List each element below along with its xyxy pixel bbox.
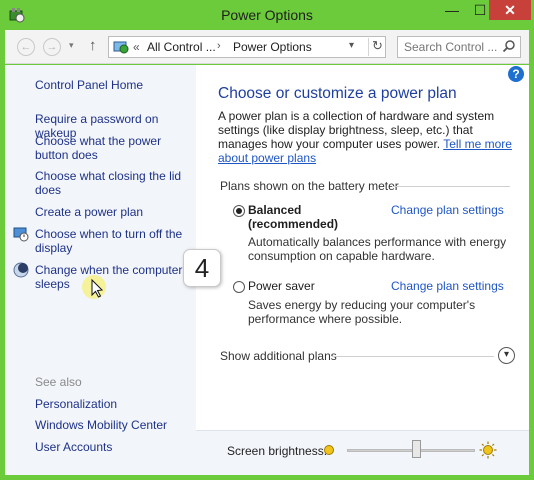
left-navigation-pane: Control Panel Home Require a password on… bbox=[5, 65, 196, 475]
navigation-bar: ← → ▾ ↑ « All Control ... › Power Option… bbox=[5, 30, 529, 64]
dim-sun-icon bbox=[324, 445, 334, 455]
balanced-plan-radio[interactable] bbox=[233, 205, 245, 217]
group-divider bbox=[392, 186, 510, 187]
balanced-change-settings-link[interactable]: Change plan settings bbox=[391, 203, 504, 217]
control-panel-home-link[interactable]: Control Panel Home bbox=[35, 78, 143, 92]
brightness-bar: Screen brightness: bbox=[196, 430, 529, 475]
sidebar-item-turn-off-display[interactable]: Choose when to turn off the display bbox=[35, 227, 195, 255]
sidebar-item-power-button[interactable]: Choose what the power button does bbox=[35, 134, 195, 162]
sidebar-item-create-plan[interactable]: Create a power plan bbox=[35, 205, 195, 219]
sleep-moon-icon bbox=[13, 262, 29, 278]
brightness-slider-track[interactable] bbox=[347, 449, 475, 452]
address-bar[interactable]: « All Control ... › Power Options ▾ ↻ bbox=[108, 36, 386, 58]
mouse-pointer-icon bbox=[82, 275, 106, 299]
balanced-plan-recommended: (recommended) bbox=[248, 217, 339, 231]
screen-brightness-label: Screen brightness: bbox=[227, 444, 328, 458]
breadcrumb-power-options[interactable]: Power Options bbox=[233, 40, 312, 54]
help-icon[interactable]: ? bbox=[508, 66, 524, 82]
see-also-personalization-link[interactable]: Personalization bbox=[35, 397, 117, 411]
refresh-icon[interactable]: ↻ bbox=[368, 38, 386, 56]
search-input[interactable] bbox=[404, 40, 500, 54]
back-arrow-icon[interactable]: ← bbox=[17, 38, 35, 56]
breadcrumb-all-control-panel[interactable]: All Control ... bbox=[147, 40, 216, 54]
minimize-button[interactable]: — bbox=[438, 0, 466, 20]
intro-text: A power plan is a collection of hardware… bbox=[218, 109, 518, 165]
control-panel-icon bbox=[113, 41, 129, 54]
forward-arrow-icon[interactable]: → bbox=[43, 38, 61, 56]
battery-meter-group-label: Plans shown on the battery meter bbox=[220, 179, 399, 193]
power-saver-change-settings-link[interactable]: Change plan settings bbox=[391, 279, 504, 293]
up-arrow-icon[interactable]: ↑ bbox=[89, 37, 97, 54]
main-content-pane: ? Choose or customize a power plan A pow… bbox=[196, 65, 529, 430]
power-options-window: Power Options — ☐ ✕ ← → ▾ ↑ « All Contro… bbox=[0, 0, 534, 480]
breadcrumb-separator-icon[interactable]: › bbox=[217, 40, 221, 52]
show-additional-plans-label[interactable]: Show additional plans bbox=[220, 349, 337, 363]
sidebar-item-computer-sleeps[interactable]: Change when the computer sleeps bbox=[35, 263, 195, 291]
sidebar-item-closing-lid[interactable]: Choose what closing the lid does bbox=[35, 169, 195, 197]
title-bar[interactable]: Power Options — ☐ ✕ bbox=[0, 0, 534, 30]
step-number-badge: 4 bbox=[183, 249, 221, 287]
balanced-plan-name: Balanced bbox=[248, 203, 302, 217]
see-also-user-accounts-link[interactable]: User Accounts bbox=[35, 440, 112, 454]
power-saver-plan-name: Power saver bbox=[248, 279, 315, 293]
balanced-plan-description: Automatically balances performance with … bbox=[248, 235, 507, 263]
search-box[interactable] bbox=[397, 36, 521, 58]
address-dropdown-icon[interactable]: ▾ bbox=[349, 40, 354, 51]
see-also-mobility-center-link[interactable]: Windows Mobility Center bbox=[35, 418, 167, 432]
additional-plans-divider bbox=[332, 356, 494, 357]
close-button[interactable]: ✕ bbox=[489, 0, 531, 20]
see-also-heading: See also bbox=[35, 375, 82, 389]
bright-sun-icon bbox=[479, 441, 497, 459]
brightness-slider-thumb[interactable] bbox=[412, 440, 422, 458]
page-title: Choose or customize a power plan bbox=[218, 85, 457, 102]
expand-chevron-icon[interactable]: ▾ bbox=[498, 347, 515, 364]
display-timer-icon bbox=[13, 227, 29, 242]
power-saver-plan-description: Saves energy by reducing your computer's… bbox=[248, 298, 476, 326]
power-saver-plan-radio[interactable] bbox=[233, 281, 245, 293]
search-icon[interactable] bbox=[502, 39, 516, 53]
recent-locations-chevron-icon[interactable]: ▾ bbox=[69, 40, 74, 51]
address-overflow-icon[interactable]: « bbox=[133, 40, 140, 54]
